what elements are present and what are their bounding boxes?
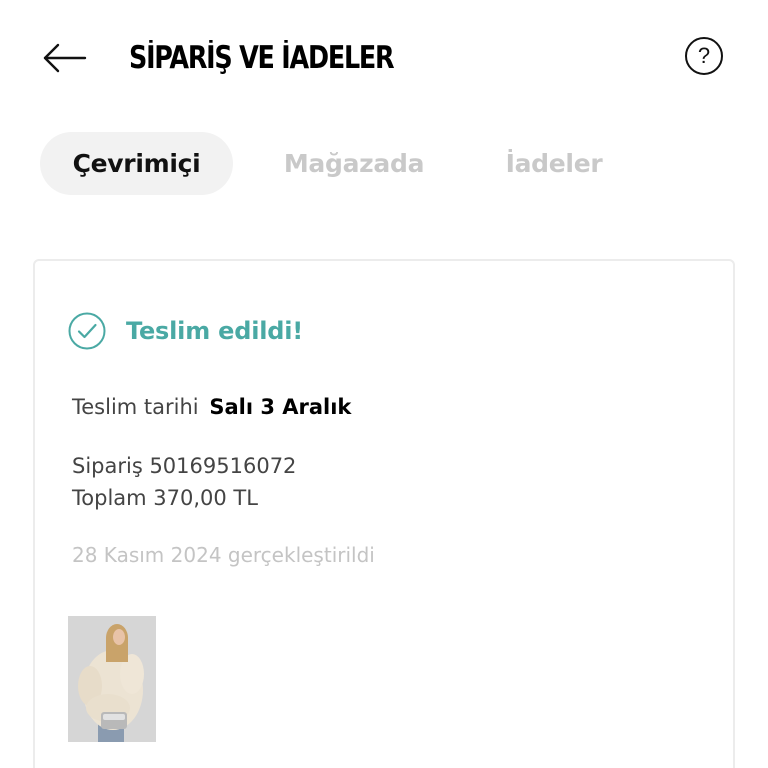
order-number: Sipariş 50169516072 [72, 454, 297, 478]
tab-online[interactable]: Çevrimiçi [40, 132, 233, 195]
order-total: Toplam 370,00 TL [72, 486, 258, 510]
delivery-date: Salı 3 Aralık [209, 395, 352, 419]
orders-returns-screen: SİPARİŞ VE İADELER ? Çevrimiçi Mağazada … [0, 0, 768, 768]
order-status: Teslim edildi! [68, 311, 303, 351]
arrow-left-icon [43, 43, 87, 73]
help-circle-icon: ? [697, 43, 711, 68]
help-button[interactable]: ? [685, 37, 723, 75]
order-card[interactable]: Teslim edildi! Teslim tarihi Salı 3 Aral… [33, 259, 735, 768]
status-label: Teslim edildi! [126, 317, 304, 345]
back-button[interactable] [38, 36, 90, 80]
product-thumbnail[interactable] [68, 616, 156, 742]
check-circle-icon [68, 312, 106, 350]
tab-returns[interactable]: İadeler [506, 132, 603, 195]
delivery-info: Teslim tarihi Salı 3 Aralık [72, 395, 351, 419]
page-title: SİPARİŞ VE İADELER [129, 40, 395, 76]
delivery-label: Teslim tarihi [72, 395, 199, 419]
tab-in-store[interactable]: Mağazada [284, 132, 425, 195]
product-image [68, 616, 156, 742]
tab-bar: Çevrimiçi Mağazada İadeler [40, 132, 740, 195]
order-placed-date: 28 Kasım 2024 gerçekleştirildi [72, 543, 375, 567]
header: SİPARİŞ VE İADELER ? [0, 0, 768, 116]
